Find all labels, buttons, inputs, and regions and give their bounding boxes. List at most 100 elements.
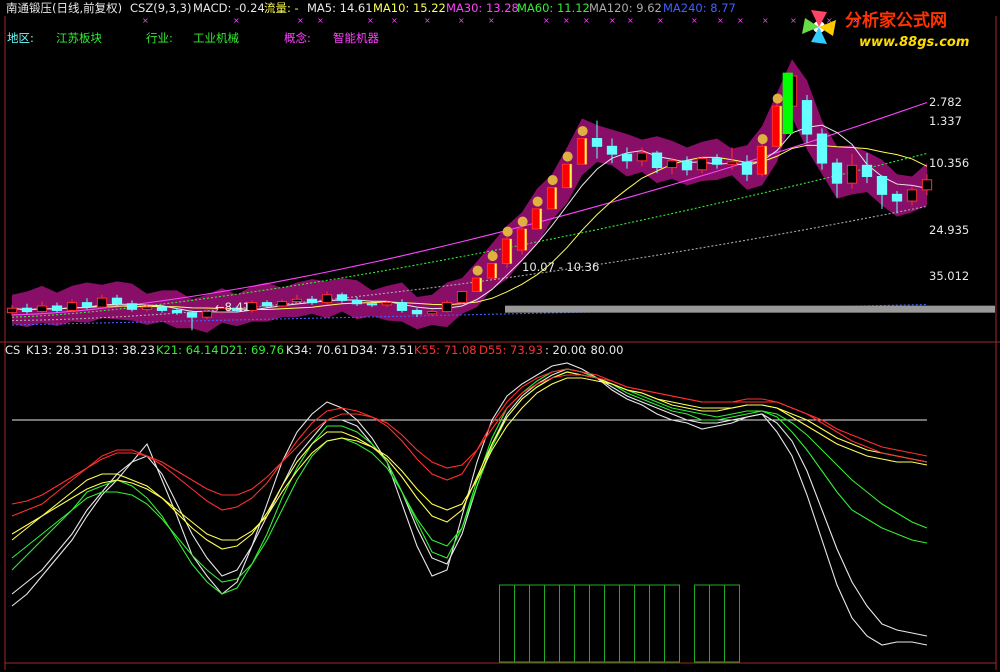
indicator-header-item: D34: 73.51 [350, 343, 414, 357]
highlight-candle [782, 72, 793, 135]
candle-body [891, 193, 903, 202]
header-marker: × [762, 16, 769, 25]
candle-highlight [509, 238, 512, 264]
candle-body [126, 303, 138, 310]
candle-body [186, 312, 198, 318]
region-label: 地区: [7, 31, 34, 45]
candle-body [336, 294, 348, 301]
indicator-header-item: CS [5, 343, 20, 357]
indicator-header-item: K55: 71.08 [414, 343, 477, 357]
candle-highlight [539, 208, 542, 229]
header-marker: × [627, 16, 634, 25]
header-marker: × [790, 16, 797, 25]
header-item: CSZ(9,3,3) [130, 1, 191, 15]
header-item: MACD: -0.24 [193, 1, 265, 15]
candle-body [651, 152, 663, 169]
resistance-bar [505, 305, 995, 313]
moneybag-icon: ● [517, 214, 528, 229]
indicator-header-item: K13: 28.31 [26, 343, 89, 357]
header-marker: × [297, 16, 304, 25]
candle-body [846, 164, 858, 184]
price-label: 24.935 [929, 223, 969, 237]
logo-url: www.88gs.com [859, 35, 969, 50]
candle-body [171, 309, 183, 314]
header-marker: × [543, 16, 550, 25]
concept-label: 概念: [284, 31, 311, 45]
candle-body [876, 175, 888, 195]
candle-body [111, 297, 123, 305]
industry-value: 工业机械 [193, 31, 239, 45]
concept-value: 智能机器 [333, 31, 379, 45]
header-marker: × [142, 16, 149, 25]
chart-header: 南通锻压(日线,前复权) CSZ(9,3,3) MACD: -0.24 流量: - MA… [6, 1, 736, 15]
candle-body [96, 297, 108, 308]
candle-body [666, 160, 678, 169]
header-marker: × [583, 16, 590, 25]
low-label: ←8.41 [215, 300, 250, 314]
header-item: MA60: 11.12 [517, 1, 590, 15]
candle-body [351, 299, 363, 305]
indicator-header: CS K13: 28.31 D13: 38.23 K21: 64.14 D21: 69.… [5, 343, 623, 357]
candle-body [366, 303, 378, 306]
header-marker: × [488, 16, 495, 25]
candle-body [621, 153, 633, 162]
candle-body [831, 162, 843, 184]
header-item: MA120: 9.62 [589, 1, 662, 15]
logo-name: 分析家公式网 [845, 10, 947, 31]
site-logo[interactable]: 分析家公式网 www.88gs.com [797, 2, 997, 52]
candle-body [441, 302, 453, 313]
header-marker: × [563, 16, 570, 25]
stock-chart[interactable]: 南通锻压(日线,前复权) CSZ(9,3,3) MACD: -0.24 流量: - MA… [0, 0, 1000, 672]
region-value: 江苏板块 [56, 31, 102, 45]
candle-body [606, 145, 618, 155]
candle-highlight [779, 106, 782, 147]
candle-body [201, 311, 213, 318]
header-marker: × [458, 16, 465, 25]
moneybag-icon: ● [772, 91, 783, 106]
candle-body [696, 158, 708, 171]
candle-body [291, 298, 303, 303]
candle-body [21, 307, 33, 313]
candle-body [456, 290, 468, 304]
candle-body [276, 301, 288, 307]
indicator-header-item: K21: 64.14 [156, 343, 219, 357]
moneybag-icon: ● [577, 124, 588, 139]
pinwheel-icon [802, 10, 836, 44]
indicator-header-item: : 20.00 [545, 343, 585, 357]
candle-body [51, 305, 63, 311]
candle-body [921, 179, 933, 191]
header-marker: × [367, 16, 374, 25]
header-item: MA30: 13.28 [446, 1, 519, 15]
header-item: 流量: - [264, 1, 299, 15]
moneybag-icon: ● [757, 131, 768, 146]
moneybag-icon: ● [487, 249, 498, 264]
header-marker: × [317, 16, 324, 25]
header-item: MA10: 15.22 [373, 1, 446, 15]
header-item: MA240: 8.77 [663, 1, 736, 15]
candle-body [861, 164, 873, 177]
indicator-header-item: D21: 69.76 [220, 343, 284, 357]
candle-body [141, 306, 153, 310]
header-marker: × [691, 16, 698, 25]
range-label: 10.07 - 10.36 [522, 260, 599, 274]
candle-body [726, 161, 738, 165]
candle-body [411, 309, 423, 315]
candle-body [261, 302, 273, 307]
header-item: MA5: 14.61 [307, 1, 373, 15]
candle-body [321, 294, 333, 304]
candle-body [711, 158, 723, 165]
indicator-header-item: : 80.00 [583, 343, 623, 357]
candle-highlight [524, 228, 527, 251]
header-marker: × [233, 16, 240, 25]
candle-body [81, 302, 93, 308]
header-marker: × [391, 16, 398, 25]
moneybag-icon: ● [502, 224, 513, 239]
moneybag-icon: ● [562, 149, 573, 164]
indicator-header-item: D13: 38.23 [91, 343, 155, 357]
candle-body [426, 311, 438, 315]
moneybag-icon: ● [472, 263, 483, 278]
candle-highlight [584, 138, 587, 165]
candle-body [381, 302, 393, 306]
logo-graphic: 分析家公式网 www.88gs.com [802, 10, 969, 50]
candle-body [66, 302, 78, 311]
